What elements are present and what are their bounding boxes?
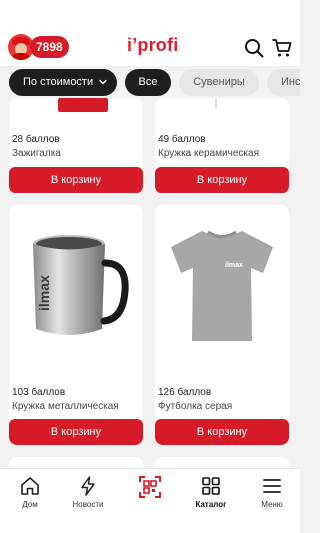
product-price: 28 баллов [12,134,60,145]
nav-label: Новости [72,500,104,509]
add-to-cart-button[interactable]: В корзину [9,419,143,445]
product-image-metal-mug: ilmax [33,235,129,335]
product-image-lighter [58,98,108,112]
product-name: Зажигалка [12,148,61,159]
nav-menu[interactable]: Меню [242,475,300,509]
nav-label: Меню [261,500,283,509]
product-price: 126 баллов [158,387,212,398]
sort-label: По стоимости [23,76,94,88]
search-icon[interactable] [244,38,264,58]
header: 7898 i’profi [0,0,300,66]
logo: i’profi [127,35,179,55]
chip-all[interactable]: Все [125,69,171,96]
product-price: 103 баллов [12,387,66,398]
lightning-icon [81,476,95,496]
grid-icon [202,477,220,495]
product-price: 49 баллов [158,134,206,145]
qr-scan-icon [139,476,161,498]
nav-qr-scan[interactable] [120,475,180,502]
product-image-grey-tshirt: ilmax [171,230,273,341]
nav-catalog[interactable]: Каталог [181,475,241,509]
product-card[interactable]: 49 баллов Кружка керамическая В корзину [155,98,289,194]
nav-label: Дом [22,500,38,509]
chip-souvenirs[interactable]: Сувениры [179,69,259,96]
cart-icon[interactable] [272,38,292,58]
nav-news[interactable]: Новости [58,475,118,509]
nav-label: Каталог [195,500,227,509]
menu-icon [263,479,281,493]
add-to-cart-button[interactable]: В корзину [155,419,289,445]
add-to-cart-button[interactable]: В корзину [155,167,289,193]
home-icon [21,477,39,495]
nav-home[interactable]: Дом [0,475,60,509]
product-name: Футболка серая [158,401,233,412]
sort-dropdown[interactable]: По стоимости [9,69,117,96]
points-badge[interactable]: 7898 [30,36,69,58]
product-name: Кружка металлическая [12,401,119,412]
product-image-ceramic-mug [215,98,217,108]
product-card[interactable]: ilmax 103 баллов Кружка металлическая В … [9,205,143,445]
app-screen: 7898 i’profi По стоимости Все Сувениры И… [0,0,300,533]
product-name: Кружка керамическая [158,148,259,159]
chevron-down-icon [99,79,107,85]
product-card[interactable]: ilmax 126 баллов Футболка серая В корзин… [155,205,289,445]
add-to-cart-button[interactable]: В корзину [9,167,143,193]
product-card[interactable]: 28 баллов Зажигалка В корзину [9,98,143,194]
filter-bar: По стоимости Все Сувениры Инс [0,68,300,98]
chip-tools[interactable]: Инс [267,69,300,96]
bottom-nav: Дом Новости Каталог Меню [0,468,300,533]
svg-text:ilmax: ilmax [36,275,52,311]
svg-text:ilmax: ilmax [225,262,243,269]
